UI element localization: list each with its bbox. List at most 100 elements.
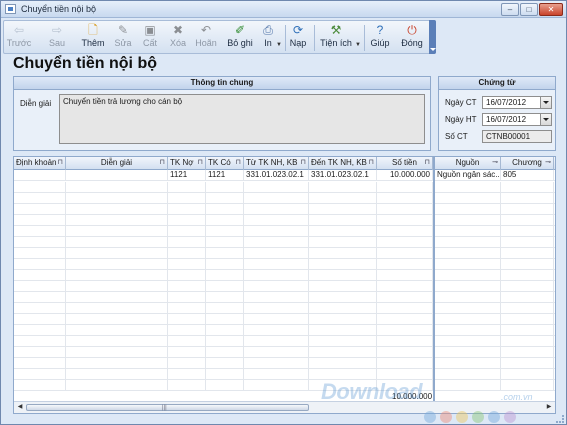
table-cell[interactable] xyxy=(377,248,433,259)
help-button[interactable]: ? Giúp xyxy=(368,23,392,53)
table-cell[interactable] xyxy=(14,380,66,391)
table-cell[interactable] xyxy=(168,182,206,193)
table-cell[interactable] xyxy=(168,314,206,325)
table-cell[interactable] xyxy=(309,314,377,325)
table-cell[interactable] xyxy=(554,369,555,380)
chevron-down-icon[interactable] xyxy=(540,97,551,108)
table-cell[interactable] xyxy=(377,204,433,215)
table-cell[interactable] xyxy=(14,369,66,380)
print-button[interactable]: ⎙ In xyxy=(260,23,276,53)
empty-table-row[interactable] xyxy=(14,193,555,204)
table-cell[interactable] xyxy=(244,281,309,292)
table-cell[interactable] xyxy=(309,193,377,204)
table-cell[interactable] xyxy=(377,314,433,325)
table-cell[interactable]: Nguồn ngân sác... xyxy=(435,170,501,181)
table-cell[interactable] xyxy=(66,325,168,336)
table-cell[interactable] xyxy=(309,325,377,336)
table-cell[interactable] xyxy=(501,292,554,303)
table-cell[interactable] xyxy=(435,325,501,336)
table-cell[interactable] xyxy=(435,303,501,314)
table-cell[interactable] xyxy=(377,347,433,358)
table-cell[interactable] xyxy=(14,270,66,281)
table-cell[interactable] xyxy=(377,336,433,347)
table-cell[interactable] xyxy=(206,226,244,237)
table-cell[interactable] xyxy=(244,358,309,369)
column-header[interactable]: Số tiền ⊓ xyxy=(377,157,433,170)
maximize-button[interactable]: □ xyxy=(520,3,538,16)
table-cell[interactable] xyxy=(309,270,377,281)
table-cell[interactable] xyxy=(435,204,501,215)
pin-icon[interactable]: ⊓ xyxy=(425,157,430,169)
table-cell[interactable] xyxy=(435,336,501,347)
table-cell[interactable] xyxy=(66,215,168,226)
table-cell[interactable] xyxy=(244,336,309,347)
table-cell[interactable] xyxy=(206,193,244,204)
table-cell[interactable] xyxy=(14,237,66,248)
table-cell[interactable] xyxy=(206,358,244,369)
table-cell[interactable] xyxy=(377,281,433,292)
chevron-down-icon[interactable] xyxy=(540,114,551,125)
utilities-button[interactable]: ⚒ Tiện ích xyxy=(318,23,354,53)
table-cell[interactable] xyxy=(244,193,309,204)
table-cell[interactable] xyxy=(554,182,555,193)
table-cell[interactable] xyxy=(435,248,501,259)
empty-table-row[interactable] xyxy=(14,358,555,369)
table-cell[interactable] xyxy=(435,226,501,237)
table-cell[interactable] xyxy=(168,215,206,226)
table-cell[interactable] xyxy=(501,270,554,281)
table-cell[interactable] xyxy=(66,358,168,369)
table-cell[interactable] xyxy=(244,270,309,281)
table-cell[interactable] xyxy=(501,303,554,314)
table-cell[interactable] xyxy=(554,215,555,226)
table-cell[interactable] xyxy=(66,259,168,270)
table-cell[interactable] xyxy=(66,248,168,259)
table-cell[interactable] xyxy=(377,215,433,226)
empty-table-row[interactable] xyxy=(14,259,555,270)
table-cell[interactable] xyxy=(501,336,554,347)
table-cell[interactable] xyxy=(554,347,555,358)
table-cell[interactable] xyxy=(206,259,244,270)
edit-button[interactable]: ✎ Sửa xyxy=(112,23,134,53)
empty-table-row[interactable] xyxy=(14,292,555,303)
table-cell[interactable] xyxy=(309,237,377,248)
table-cell[interactable] xyxy=(554,325,555,336)
unpost-button[interactable]: ✐ Bỏ ghi xyxy=(226,23,254,53)
table-cell[interactable] xyxy=(206,325,244,336)
table-cell[interactable] xyxy=(501,281,554,292)
empty-table-row[interactable] xyxy=(14,237,555,248)
table-cell[interactable] xyxy=(554,336,555,347)
table-cell[interactable] xyxy=(206,380,244,391)
table-cell[interactable]: 3 xyxy=(554,170,555,181)
table-cell[interactable] xyxy=(501,248,554,259)
table-cell[interactable] xyxy=(206,281,244,292)
previous-button[interactable]: ⇦ Trước xyxy=(6,23,32,53)
empty-table-row[interactable] xyxy=(14,314,555,325)
table-cell[interactable]: 1121 xyxy=(168,170,206,181)
table-cell[interactable] xyxy=(309,303,377,314)
table-cell[interactable] xyxy=(501,369,554,380)
table-cell[interactable] xyxy=(309,292,377,303)
empty-table-row[interactable] xyxy=(14,182,555,193)
table-cell[interactable] xyxy=(14,358,66,369)
table-cell[interactable] xyxy=(377,303,433,314)
table-cell[interactable] xyxy=(309,336,377,347)
table-cell[interactable] xyxy=(206,215,244,226)
table-cell[interactable] xyxy=(501,358,554,369)
table-cell[interactable] xyxy=(168,292,206,303)
minimize-button[interactable]: – xyxy=(501,3,519,16)
table-cell[interactable] xyxy=(14,303,66,314)
table-cell[interactable] xyxy=(14,204,66,215)
empty-table-row[interactable] xyxy=(14,325,555,336)
table-cell[interactable] xyxy=(244,215,309,226)
table-cell[interactable] xyxy=(244,237,309,248)
table-cell[interactable] xyxy=(206,347,244,358)
table-cell[interactable] xyxy=(244,314,309,325)
table-cell[interactable] xyxy=(244,248,309,259)
table-cell[interactable] xyxy=(435,347,501,358)
description-input[interactable]: Chuyển tiền trả lương cho cán bộ xyxy=(59,94,425,144)
add-button[interactable]: 🗋 Thêm xyxy=(79,23,107,53)
empty-table-row[interactable] xyxy=(14,369,555,380)
table-cell[interactable] xyxy=(435,182,501,193)
table-cell[interactable] xyxy=(14,347,66,358)
column-header[interactable]: Nguồn ⊸ xyxy=(435,157,501,170)
